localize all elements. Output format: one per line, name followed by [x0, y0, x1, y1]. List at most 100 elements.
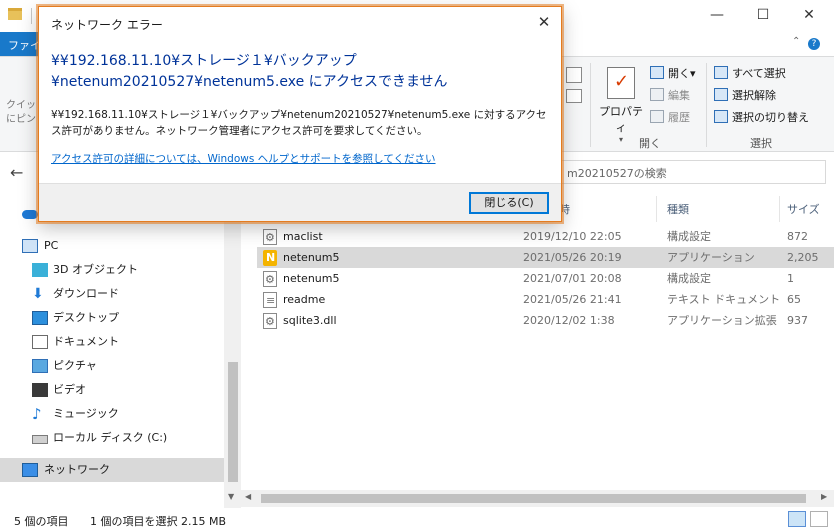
dialog-heading-line-2: ¥netenum20210527¥netenum5.exe にアクセスできません — [51, 74, 448, 90]
nav-item-local-disk[interactable]: ローカル ディスク (C:) — [0, 426, 224, 450]
paste-shortcut-icon[interactable] — [566, 89, 582, 103]
desktop-icon — [32, 311, 48, 325]
column-divider[interactable] — [656, 196, 657, 222]
item-count: 5 個の項目 — [14, 515, 69, 528]
file-row[interactable]: readme 2021/05/26 21:41 テキスト ドキュメント 65 — [257, 289, 834, 311]
history-button[interactable]: 履歴 — [650, 109, 690, 125]
close-window-button[interactable]: ✕ — [786, 0, 832, 32]
file-name: maclist — [283, 230, 323, 243]
nav-label: ビデオ — [53, 383, 86, 396]
copy-path-icon[interactable] — [566, 67, 582, 83]
pictures-icon — [32, 359, 48, 373]
title-separator — [31, 8, 32, 24]
3d-objects-icon — [32, 263, 48, 277]
dialog-message: ¥¥192.168.11.10¥ストレージ１¥バックアップ¥netenum202… — [51, 109, 547, 137]
navigation-pane: PC 3D オブジェクト ⬇ ダウンロード デスクトップ ドキュメント ピクチャ… — [0, 190, 224, 508]
select-all-label: すべて選択 — [732, 67, 786, 80]
file-size: 1 — [787, 272, 794, 285]
invert-selection-button[interactable]: 選択の切り替え — [714, 109, 809, 125]
nav-label: 3D オブジェクト — [53, 263, 138, 276]
nav-item-videos[interactable]: ビデオ — [0, 378, 224, 402]
chevron-down-icon: ▾ — [618, 135, 623, 144]
file-row[interactable]: sqlite3.dll 2020/12/02 1:38 アプリケーション拡張 9… — [257, 310, 834, 332]
select-all-button[interactable]: すべて選択 — [714, 65, 786, 81]
file-date: 2019/12/10 22:05 — [523, 230, 622, 243]
select-all-icon — [714, 66, 728, 79]
minimize-button[interactable]: — — [694, 0, 740, 32]
column-divider[interactable] — [779, 196, 780, 222]
open-label: 開く — [668, 67, 690, 80]
nav-item-3d-objects[interactable]: 3D オブジェクト — [0, 258, 224, 282]
invert-selection-label: 選択の切り替え — [732, 111, 809, 124]
edit-icon — [650, 88, 664, 101]
file-date: 2020/12/02 1:38 — [523, 314, 615, 327]
file-name: sqlite3.dll — [283, 314, 337, 327]
documents-icon — [32, 335, 48, 349]
open-icon — [650, 66, 664, 79]
select-none-button[interactable]: 選択解除 — [714, 87, 776, 103]
nav-label: PC — [44, 239, 59, 252]
help-icon[interactable]: ? — [808, 38, 820, 50]
text-document-icon — [263, 290, 277, 311]
nav-label: ネットワーク — [44, 463, 110, 476]
nav-item-documents[interactable]: ドキュメント — [0, 330, 224, 354]
edit-button[interactable]: 編集 — [650, 87, 690, 103]
file-name: netenum5 — [283, 272, 340, 285]
column-type[interactable]: 種類 — [667, 201, 689, 217]
quick-access-label: クイッ にピン — [6, 99, 36, 127]
quick-access-line-2: にピン — [6, 114, 36, 125]
nav-item-network[interactable]: ネットワーク — [0, 458, 224, 482]
back-arrow-icon[interactable]: ← — [10, 163, 23, 182]
selection-info: 1 個の項目を選択 2.15 MB — [90, 515, 227, 528]
open-button[interactable]: 開く▾ — [650, 65, 696, 81]
file-row[interactable]: maclist 2019/12/10 22:05 構成設定 872 — [257, 226, 834, 248]
dialog-title: ネットワーク エラー — [51, 18, 163, 32]
nav-label: ピクチャ — [53, 359, 97, 372]
dll-file-icon — [263, 311, 277, 332]
ribbon-divider — [706, 63, 707, 147]
properties-button[interactable]: ✓ プロパティ ▾ — [597, 65, 645, 144]
column-size[interactable]: サイズ — [787, 201, 820, 217]
edit-label: 編集 — [668, 89, 690, 102]
nav-item-pictures[interactable]: ピクチャ — [0, 354, 224, 378]
dialog-heading: ¥¥192.168.11.10¥ストレージ１¥バックアップ ¥netenum20… — [51, 51, 551, 93]
file-type: アプリケーション — [667, 251, 755, 264]
file-name: readme — [283, 293, 326, 306]
nav-item-music[interactable]: ♪ ミュージック — [0, 402, 224, 426]
search-input[interactable]: m20210527の検索 — [560, 160, 826, 184]
properties-icon: ✓ — [607, 67, 635, 99]
cloud-icon — [22, 210, 38, 219]
history-label: 履歴 — [668, 111, 690, 124]
maximize-button[interactable]: ☐ — [740, 0, 786, 32]
application-icon — [263, 247, 277, 268]
file-size: 937 — [787, 314, 808, 327]
file-date: 2021/07/01 20:08 — [523, 272, 622, 285]
large-icons-view-icon[interactable] — [810, 511, 828, 527]
dialog-close-icon[interactable]: ✕ — [529, 11, 559, 35]
help-link[interactable]: アクセス許可の詳細については、Windows ヘルプとサポートを参照してください — [51, 151, 436, 166]
close-button[interactable]: 閉じる(C) — [469, 192, 549, 214]
dialog-footer: 閉じる(C) — [39, 183, 561, 221]
scroll-right-icon[interactable]: ▶ — [821, 492, 827, 501]
history-icon — [650, 110, 664, 123]
file-date: 2021/05/26 20:19 — [523, 251, 622, 264]
scroll-left-icon[interactable]: ◀ — [245, 492, 251, 501]
group-select-label: 選択 — [750, 137, 772, 150]
nav-item-pc[interactable]: PC — [0, 234, 224, 258]
scroll-down-icon[interactable]: ▼ — [228, 492, 234, 501]
nav-scrollbar-thumb[interactable] — [228, 362, 238, 482]
file-list: 時 種類 サイズ maclist 2019/12/10 22:05 構成設定 8… — [241, 190, 834, 508]
nav-item-downloads[interactable]: ⬇ ダウンロード — [0, 282, 224, 306]
details-view-icon[interactable] — [788, 511, 806, 527]
horizontal-scrollbar-thumb[interactable] — [261, 494, 806, 503]
horizontal-scrollbar[interactable]: ◀ ▶ — [241, 490, 834, 507]
file-row[interactable]: netenum5 2021/05/26 20:19 アプリケーション 2,205 — [257, 247, 834, 268]
dialog-heading-line-1: ¥¥192.168.11.10¥ストレージ１¥バックアップ — [51, 53, 357, 69]
quick-access-line-1: クイッ — [6, 100, 36, 111]
file-row[interactable]: netenum5 2021/07/01 20:08 構成設定 1 — [257, 268, 834, 290]
nav-label: ローカル ディスク (C:) — [53, 431, 168, 444]
file-size: 65 — [787, 293, 801, 306]
ribbon-collapse-icon[interactable]: ⌃ — [792, 36, 800, 47]
properties-label: プロパティ — [599, 105, 643, 134]
nav-item-desktop[interactable]: デスクトップ — [0, 306, 224, 330]
